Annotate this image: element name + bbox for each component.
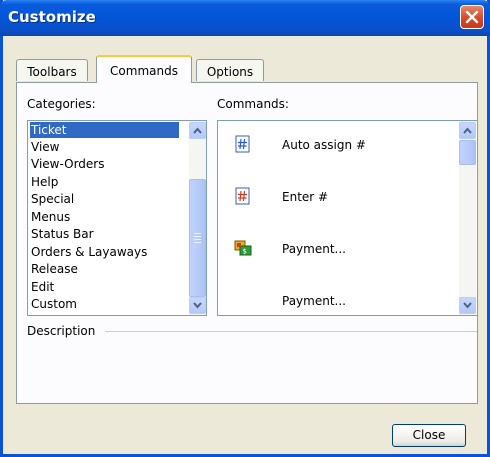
list-item[interactable]: Custom bbox=[30, 296, 179, 312]
scroll-down-button[interactable] bbox=[459, 297, 476, 314]
list-item[interactable]: View bbox=[30, 139, 179, 155]
chevron-up-icon bbox=[193, 127, 202, 134]
svg-text:$: $ bbox=[243, 248, 247, 256]
categories-label: Categories: bbox=[27, 97, 96, 111]
tab-commands-label: Commands bbox=[110, 64, 178, 78]
categories-list[interactable]: Ticket View View-Orders Help Special Men… bbox=[27, 120, 207, 316]
command-item-payment[interactable]: $ Payment... bbox=[218, 225, 448, 277]
tab-toolbars[interactable]: Toolbars bbox=[16, 59, 88, 81]
tab-options[interactable]: Options bbox=[196, 59, 264, 81]
description-label: Description bbox=[27, 324, 96, 338]
chevron-down-icon bbox=[193, 302, 202, 309]
list-item[interactable]: Release bbox=[30, 261, 179, 277]
commands-label: Commands: bbox=[217, 97, 289, 111]
hash-red-icon bbox=[235, 187, 250, 205]
hash-blue-icon bbox=[235, 135, 250, 153]
list-item[interactable]: Ticket bbox=[30, 122, 179, 138]
description-divider bbox=[105, 331, 477, 332]
scroll-thumb[interactable] bbox=[189, 179, 206, 297]
list-item[interactable]: Orders & Layaways bbox=[30, 244, 179, 260]
tab-toolbars-label: Toolbars bbox=[27, 65, 77, 79]
command-item-payment-2[interactable]: Payment... bbox=[218, 277, 448, 315]
close-button[interactable]: Close bbox=[392, 424, 466, 447]
customize-dialog: Customize Toolbars Commands Options Cate… bbox=[0, 0, 490, 457]
scroll-up-button[interactable] bbox=[189, 122, 206, 139]
tab-options-label: Options bbox=[206, 65, 254, 79]
tab-commands[interactable]: Commands bbox=[96, 55, 192, 83]
list-item[interactable]: Status Bar bbox=[30, 226, 179, 242]
commands-list[interactable]: Auto assign # Enter # $ Payment... Payme… bbox=[217, 120, 478, 316]
list-item[interactable]: View-Orders bbox=[30, 156, 179, 172]
command-label: Enter # bbox=[282, 190, 329, 204]
command-label: Auto assign # bbox=[282, 138, 366, 152]
list-item[interactable]: Help bbox=[30, 174, 179, 190]
window-close-button[interactable] bbox=[460, 5, 484, 29]
command-item-auto-assign[interactable]: Auto assign # bbox=[218, 121, 448, 173]
commands-scrollbar[interactable] bbox=[459, 121, 476, 315]
command-label: Payment... bbox=[282, 294, 346, 308]
title-bar[interactable]: Customize bbox=[0, 0, 490, 36]
scroll-thumb[interactable] bbox=[459, 140, 476, 165]
list-item[interactable]: Edit bbox=[30, 279, 179, 295]
payment-money-icon: $ bbox=[234, 240, 252, 256]
categories-scrollbar[interactable] bbox=[189, 121, 206, 315]
chevron-down-icon bbox=[463, 302, 472, 309]
list-item[interactable]: Menus bbox=[30, 209, 179, 225]
window-title: Customize bbox=[8, 8, 96, 26]
command-item-enter[interactable]: Enter # bbox=[218, 173, 448, 225]
close-button-label: Close bbox=[412, 428, 446, 442]
command-label: Payment... bbox=[282, 242, 346, 256]
close-icon bbox=[465, 10, 479, 24]
scroll-down-button[interactable] bbox=[189, 297, 206, 314]
chevron-up-icon bbox=[463, 127, 472, 134]
scroll-up-button[interactable] bbox=[459, 122, 476, 139]
list-item[interactable]: Special bbox=[30, 191, 179, 207]
